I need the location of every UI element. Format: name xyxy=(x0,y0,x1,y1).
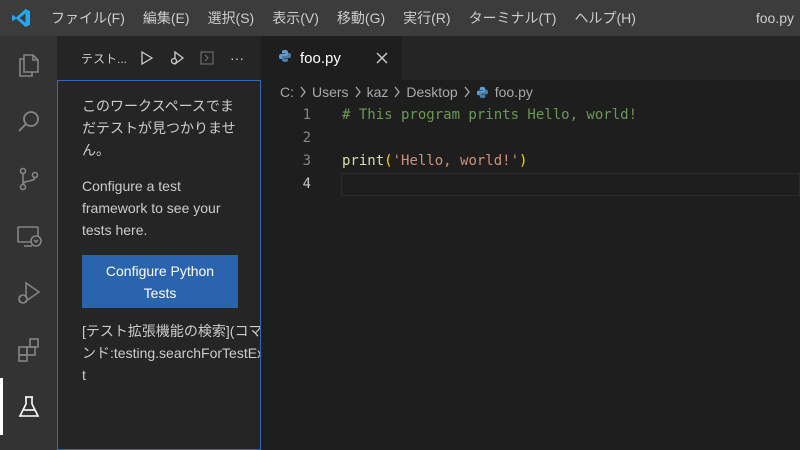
line-number: 1 xyxy=(302,107,311,123)
line-number: 3 xyxy=(302,153,311,169)
menu-selection[interactable]: 選択(S) xyxy=(199,0,264,36)
sidebar-content: このワークスペースでまだテストが見つかりません。 Configure a tes… xyxy=(57,80,261,450)
code-line: 1 # This program prints Hello, world! xyxy=(261,104,800,127)
line-number: 4 xyxy=(302,176,311,192)
menu-file[interactable]: ファイル(F) xyxy=(42,0,134,36)
sidebar-title: テスト... xyxy=(81,51,128,66)
run-debug-icon[interactable] xyxy=(0,264,57,321)
search-test-extensions-link[interactable]: [テスト拡張機能の検索](コマンド:testing.searchForTestE… xyxy=(82,320,260,386)
configure-hint: Configure a test framework to see your t… xyxy=(82,178,221,238)
menu-view[interactable]: 表示(V) xyxy=(263,0,328,36)
menu-go[interactable]: 移動(G) xyxy=(328,0,394,36)
testing-sidebar: テスト... ··· このワークスペースでまだテストが見つかりません。 Conf… xyxy=(57,36,261,450)
breadcrumb-drive[interactable]: C: xyxy=(280,84,294,100)
code-line: 2 xyxy=(261,127,800,150)
explorer-icon[interactable] xyxy=(0,36,57,93)
more-actions-icon[interactable]: ··· xyxy=(225,46,249,70)
configure-python-tests-button[interactable]: Configure Python Tests xyxy=(82,255,238,308)
current-line: 4 xyxy=(303,173,800,196)
editor-area: foo.py C: Users kaz Desktop foo.py 1 # T… xyxy=(261,36,800,450)
code-paren-open: ( xyxy=(384,153,393,169)
vscode-logo-icon[interactable] xyxy=(0,0,42,36)
code-statement: print('Hello, world!') xyxy=(342,150,527,173)
code-comment: # This program prints Hello, world! xyxy=(342,107,638,123)
menu-run[interactable]: 実行(R) xyxy=(394,0,459,36)
menu-help[interactable]: ヘルプ(H) xyxy=(565,0,644,36)
breadcrumb-file[interactable]: foo.py xyxy=(495,84,533,100)
code-function: print xyxy=(342,153,385,169)
close-icon[interactable] xyxy=(374,50,390,66)
python-file-icon xyxy=(476,86,489,99)
code-string: 'Hello, world!' xyxy=(392,153,520,169)
menu-bar: ファイル(F) 編集(E) 選択(S) 表示(V) 移動(G) 実行(R) ター… xyxy=(42,0,645,36)
chevron-right-icon xyxy=(393,86,401,98)
debug-tests-icon[interactable] xyxy=(165,46,189,70)
menu-terminal[interactable]: ターミナル(T) xyxy=(460,0,566,36)
sidebar-header: テスト... ··· xyxy=(57,36,261,80)
tab-label: foo.py xyxy=(300,49,341,67)
chevron-right-icon xyxy=(299,86,307,98)
extensions-icon[interactable] xyxy=(0,321,57,378)
line-number: 2 xyxy=(302,130,311,146)
menu-edit[interactable]: 編集(E) xyxy=(134,0,199,36)
code-line: 3 print('Hello, world!') xyxy=(261,150,800,173)
code-paren-close: ) xyxy=(519,153,528,169)
search-icon[interactable] xyxy=(0,93,57,150)
breadcrumb-desktop[interactable]: Desktop xyxy=(406,84,457,100)
no-tests-message: このワークスペースでまだテストが見つかりません。 xyxy=(82,98,236,158)
code-editor[interactable]: 1 # This program prints Hello, world! 2 … xyxy=(261,104,800,196)
show-output-icon[interactable] xyxy=(195,46,219,70)
tab-bar: foo.py xyxy=(261,36,800,80)
remote-explorer-icon[interactable] xyxy=(0,207,57,264)
activity-bar xyxy=(0,36,57,450)
breadcrumb: C: Users kaz Desktop foo.py xyxy=(261,80,800,104)
testing-icon[interactable] xyxy=(0,378,57,435)
window-title: foo.py xyxy=(755,10,794,26)
source-control-icon[interactable] xyxy=(0,150,57,207)
breadcrumb-kaz[interactable]: kaz xyxy=(367,84,389,100)
breadcrumb-users[interactable]: Users xyxy=(312,84,349,100)
python-file-icon xyxy=(278,49,292,68)
chevron-right-icon xyxy=(463,86,471,98)
tab-foo-py[interactable]: foo.py xyxy=(261,36,402,80)
run-tests-icon[interactable] xyxy=(135,46,159,70)
title-bar: ファイル(F) 編集(E) 選択(S) 表示(V) 移動(G) 実行(R) ター… xyxy=(0,0,800,36)
chevron-right-icon xyxy=(354,86,362,98)
